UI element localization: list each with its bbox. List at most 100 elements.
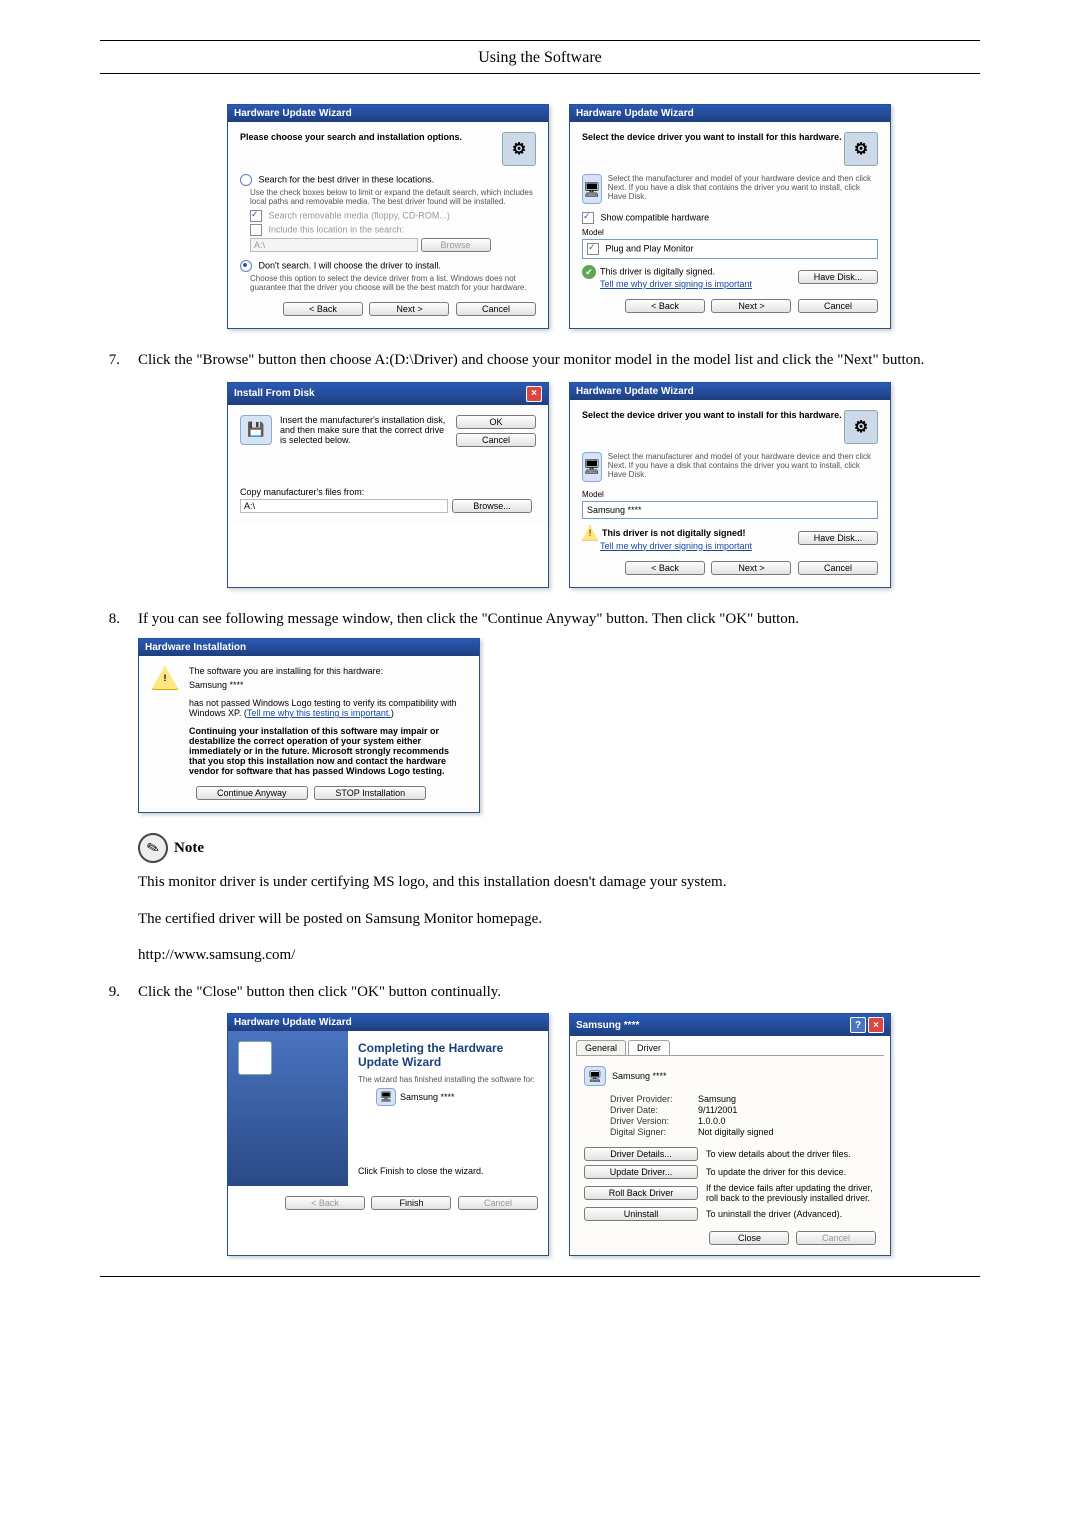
dialog-heading: Select the device driver you want to ins… [582, 132, 842, 142]
model-label: Model [582, 490, 878, 499]
hwinstall-line1: The software you are installing for this… [189, 666, 467, 676]
model-item[interactable]: Plug and Play Monitor [606, 243, 694, 253]
checkbox-show-compatible[interactable]: Show compatible hardware [601, 212, 710, 222]
wizard-icon: ⚙ [844, 132, 878, 166]
radio-dont-search[interactable]: Don't search. I will choose the driver t… [259, 260, 441, 270]
step-text: If you can see following message window,… [138, 608, 980, 631]
provider-key: Driver Provider: [610, 1094, 698, 1104]
monitor-icon: 🖥 [376, 1088, 396, 1106]
tab-driver[interactable]: Driver [628, 1040, 670, 1055]
title-text: Hardware Update Wizard [234, 1017, 352, 1028]
titlebar: Hardware Installation [139, 639, 479, 656]
date-key: Driver Date: [610, 1105, 698, 1115]
dialog-select-driver-compatible: Hardware Update Wizard Select the device… [569, 104, 891, 329]
update-driver-desc: To update the driver for this device. [706, 1167, 846, 1177]
hwinstall-warning: Continuing your installation of this sof… [189, 726, 467, 776]
rollback-driver-button[interactable]: Roll Back Driver [584, 1186, 698, 1200]
path-field[interactable]: A:\ [250, 238, 418, 252]
back-button: < Back [285, 1196, 365, 1210]
finish-line1: The wizard has finished installing the s… [358, 1075, 538, 1084]
wizard-icon: ⚙ [844, 410, 878, 444]
next-button[interactable]: Next > [711, 561, 791, 575]
device-icon: 🖥 [582, 452, 602, 482]
title-text: Hardware Installation [145, 642, 246, 653]
signer-key: Digital Signer: [610, 1127, 698, 1137]
checkbox-icon [250, 210, 262, 222]
dialog-search-options: Hardware Update Wizard Please choose you… [227, 104, 549, 329]
back-button[interactable]: < Back [625, 299, 705, 313]
have-disk-button[interactable]: Have Disk... [798, 270, 878, 284]
cancel-button: Cancel [796, 1231, 876, 1245]
driver-details-button[interactable]: Driver Details... [584, 1147, 698, 1161]
version-value: 1.0.0.0 [698, 1116, 726, 1126]
signed-icon: ✔ [582, 265, 596, 279]
next-button[interactable]: Next > [711, 299, 791, 313]
cancel-button[interactable]: Cancel [798, 561, 878, 575]
title-text: Hardware Update Wizard [234, 108, 352, 119]
cancel-button[interactable]: Cancel [456, 302, 536, 316]
note-p1: This monitor driver is under certifying … [138, 871, 980, 894]
model-item[interactable]: Samsung **** [587, 505, 642, 515]
logo-testing-link[interactable]: Tell me why this testing is important. [247, 708, 391, 718]
step-number: 8. [100, 608, 120, 631]
version-key: Driver Version: [610, 1116, 698, 1126]
titlebar: Samsung **** ?× [570, 1014, 890, 1036]
update-driver-button[interactable]: Update Driver... [584, 1165, 698, 1179]
note-p2: The certified driver will be posted on S… [138, 908, 980, 931]
finish-heading: Completing the Hardware Update Wizard [358, 1041, 538, 1069]
next-button[interactable]: Next > [369, 302, 449, 316]
continue-anyway-button[interactable]: Continue Anyway [196, 786, 308, 800]
signing-info-link[interactable]: Tell me why driver signing is important [600, 541, 752, 551]
titlebar: Hardware Update Wizard [228, 1014, 548, 1031]
provider-value: Samsung [698, 1094, 736, 1104]
close-button[interactable]: Close [709, 1231, 789, 1245]
signing-info-link[interactable]: Tell me why driver signing is important [600, 279, 752, 289]
rule-top [100, 40, 980, 41]
path-field[interactable]: A:\ [240, 499, 448, 513]
tab-general[interactable]: General [576, 1040, 626, 1055]
uninstall-button[interactable]: Uninstall [584, 1207, 698, 1221]
model-list[interactable]: Plug and Play Monitor [582, 239, 878, 259]
copy-from-label: Copy manufacturer's files from: [240, 487, 536, 497]
date-value: 9/11/2001 [698, 1105, 737, 1115]
finish-button[interactable]: Finish [371, 1196, 451, 1210]
dialog-heading: Please choose your search and installati… [240, 132, 462, 142]
back-button[interactable]: < Back [283, 302, 363, 316]
step-text: Click the "Close" button then click "OK"… [138, 981, 980, 1004]
have-disk-button[interactable]: Have Disk... [798, 531, 878, 545]
signer-value: Not digitally signed [698, 1127, 774, 1137]
note-icon: ✎ [135, 830, 172, 867]
hwinstall-logo-end: ) [391, 708, 394, 718]
cancel-button[interactable]: Cancel [798, 299, 878, 313]
checkbox-removable-media[interactable]: Search removable media (floppy, CD-ROM..… [269, 210, 450, 220]
warning-icon: ! [582, 525, 598, 541]
close-icon[interactable]: × [526, 386, 542, 402]
checkbox-include-location[interactable]: Include this location in the search: [269, 224, 405, 234]
warning-icon: ! [151, 666, 179, 690]
page-title: Using the Software [100, 49, 980, 67]
select-driver-desc: Select the manufacturer and model of you… [608, 452, 878, 482]
close-icon[interactable]: × [868, 1017, 884, 1033]
note-label: Note [174, 840, 204, 857]
radio-search-best[interactable]: Search for the best driver in these loca… [259, 174, 435, 184]
device-name: Samsung **** [612, 1071, 667, 1081]
stop-installation-button[interactable]: STOP Installation [314, 786, 426, 800]
back-button[interactable]: < Back [625, 561, 705, 575]
wizard-gear-icon: ⚙ [238, 1041, 272, 1075]
browse-button[interactable]: Browse... [452, 499, 532, 513]
dont-search-desc: Choose this option to select the device … [250, 274, 536, 292]
device-icon: 🖥 [582, 174, 602, 204]
titlebar: Hardware Update Wizard [570, 105, 890, 122]
help-icon[interactable]: ? [850, 1017, 866, 1033]
cancel-button[interactable]: Cancel [456, 433, 536, 447]
model-check-icon [587, 243, 599, 255]
model-list[interactable]: Samsung **** [582, 501, 878, 519]
model-label: Model [582, 228, 878, 237]
ok-button[interactable]: OK [456, 415, 536, 429]
title-text: Hardware Update Wizard [576, 386, 694, 397]
step-number: 7. [100, 349, 120, 372]
signed-text: This driver is digitally signed. [600, 267, 715, 277]
disk-icon: 💾 [240, 415, 272, 445]
browse-button[interactable]: Browse [421, 238, 491, 252]
rule-bottom [100, 1276, 980, 1277]
